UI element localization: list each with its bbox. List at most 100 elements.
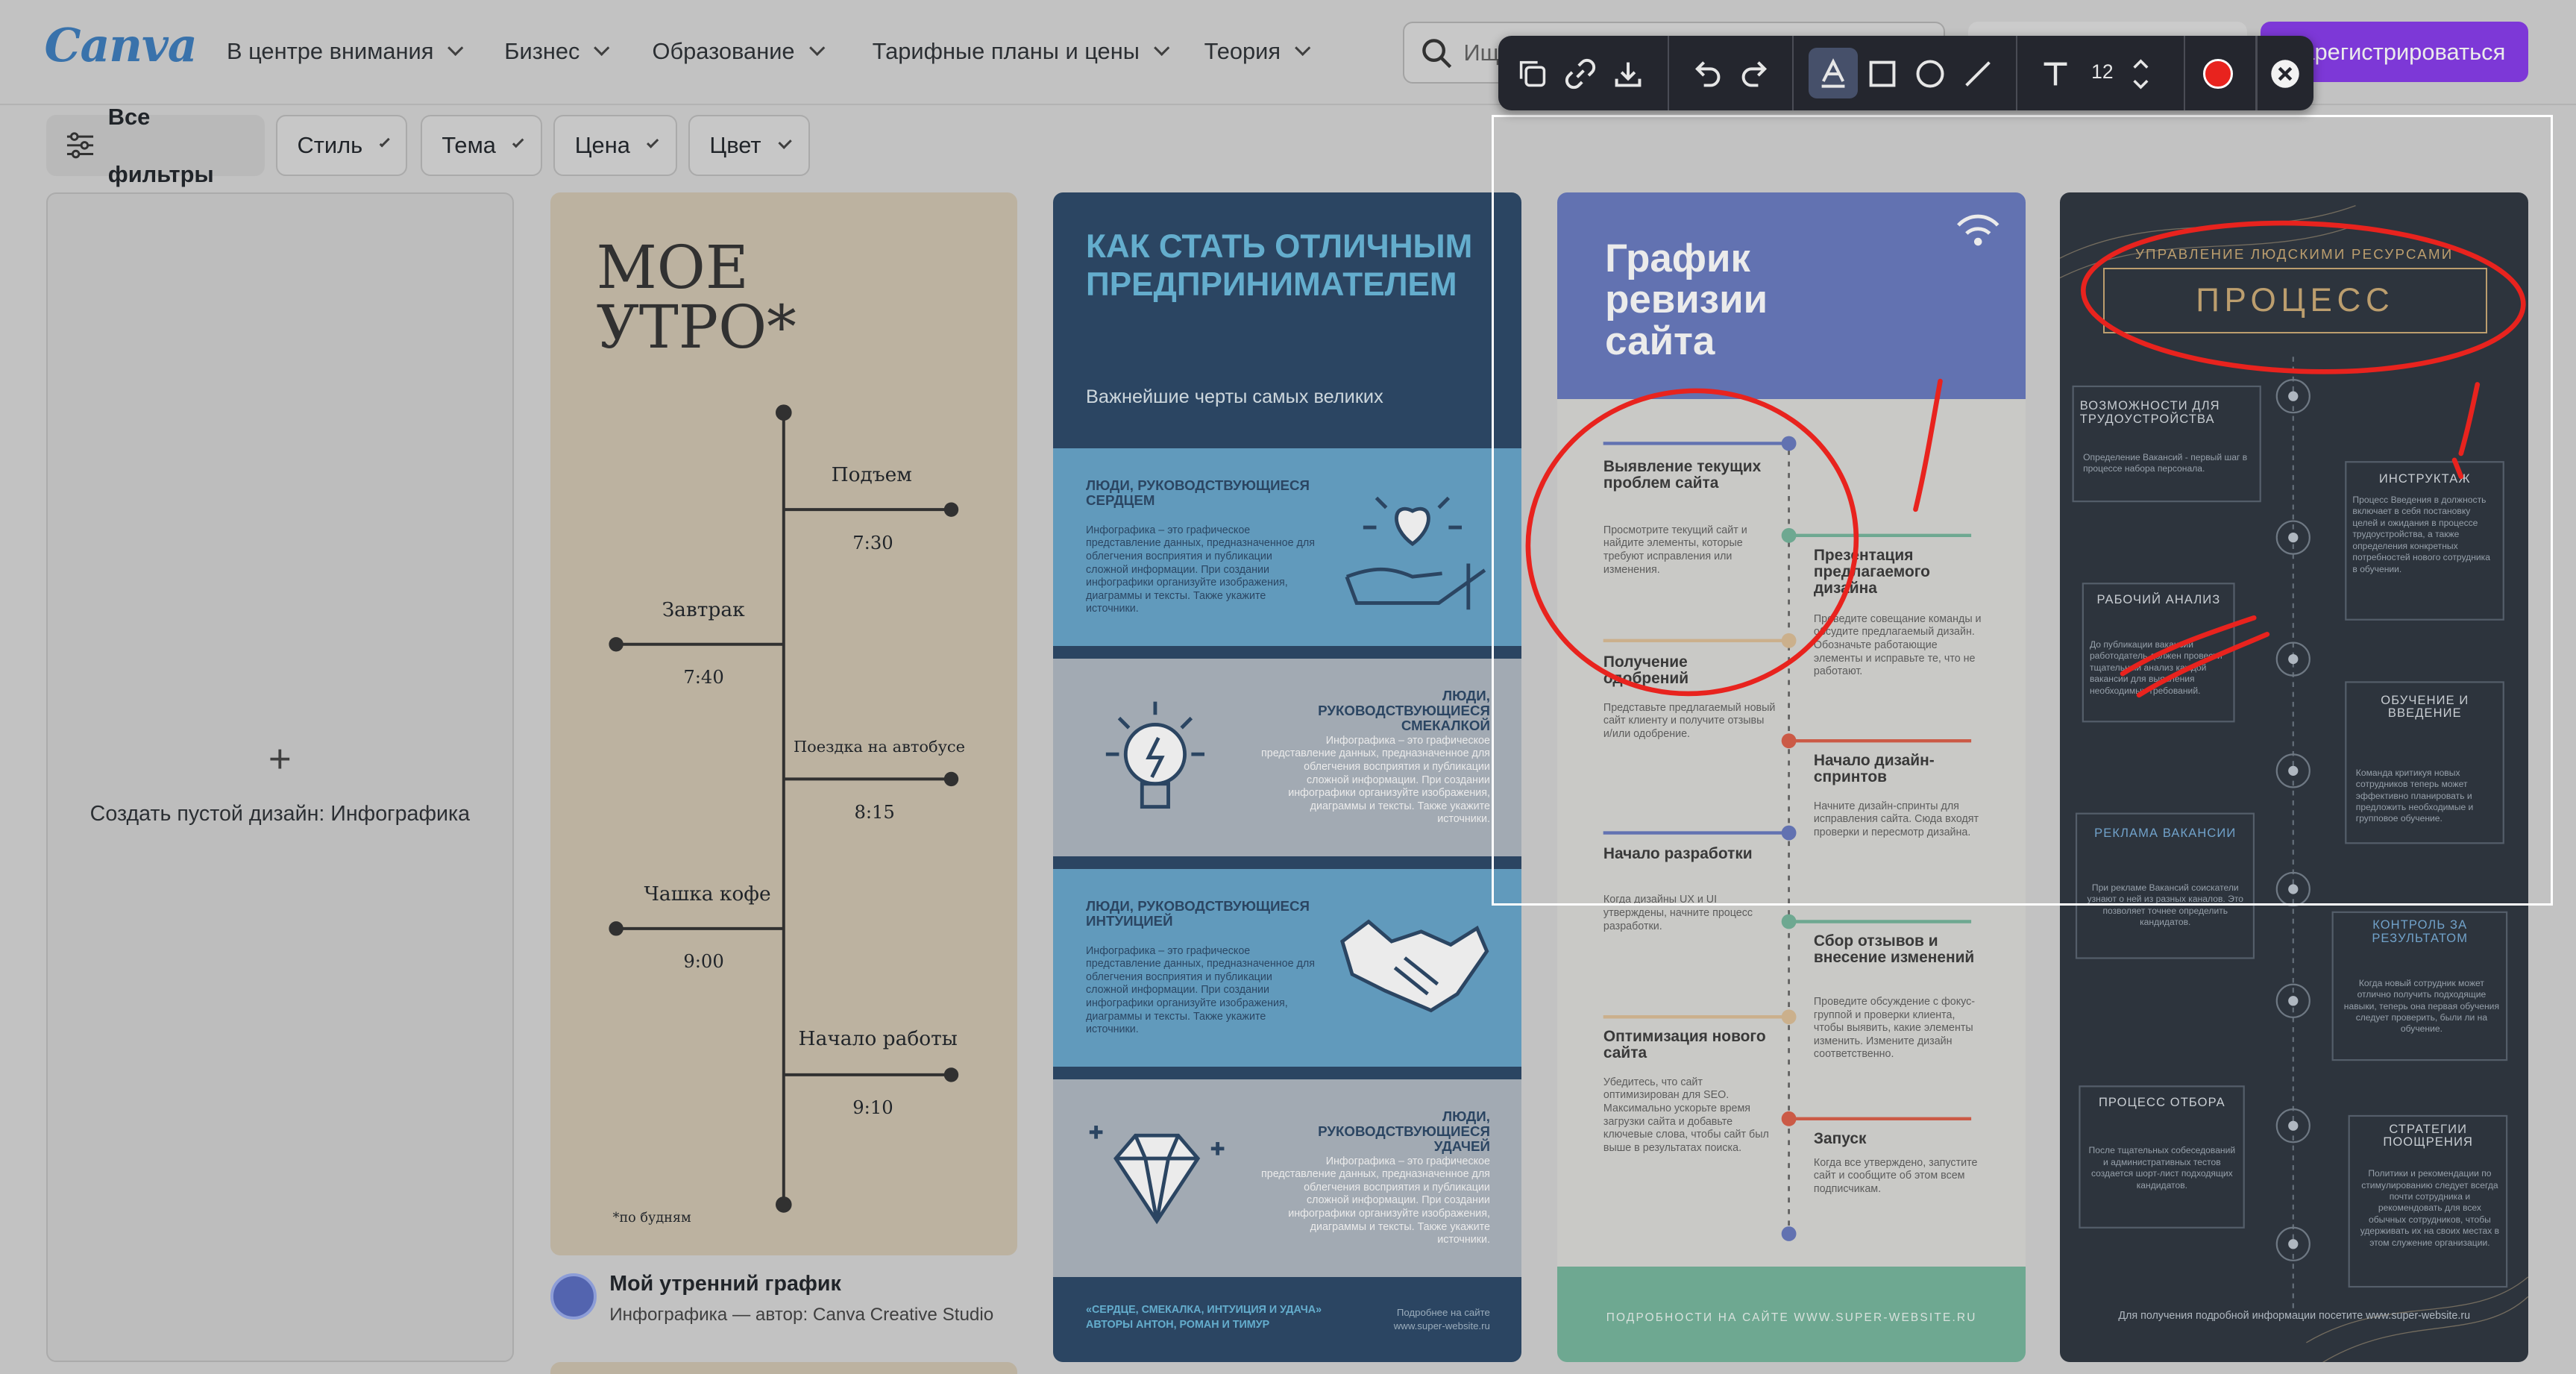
timeline-label: Завтрак [662, 597, 745, 621]
chevron-down-icon [1153, 40, 1170, 57]
section-heading: ЛЮДИ, РУКОВОДСТВУЮЩИЕСЯ УДАЧЕЙ [1318, 1108, 1490, 1154]
font-size-stepper[interactable] [2128, 52, 2154, 95]
creator-avatar[interactable] [550, 1273, 597, 1320]
rectangle-tool-button[interactable] [1862, 52, 1904, 95]
nav-label: Теория [1204, 37, 1281, 64]
hr-footer: Для получения подробной информации посет… [2118, 1309, 2471, 1322]
timeline-label: Чашка кофе [644, 882, 771, 906]
template-title[interactable]: Мой утренний график [609, 1272, 841, 1296]
chevron-down-icon [512, 136, 524, 148]
nav-pricing[interactable]: Тарифные планы и цены [872, 37, 1170, 65]
step-text: Убедитесь, что сайт оптимизирован для SE… [1603, 1076, 1769, 1154]
pen-tool-button[interactable] [1809, 47, 1859, 99]
color-swatch [2202, 59, 2233, 89]
template-card-morning[interactable]: МОЕ УТРО* Подъем 7:30 Завтрак 7:40 Поездк… [550, 192, 1017, 1255]
canva-logo[interactable]: Canva [44, 18, 197, 72]
hr-step-text: Когда новый сотрудник может отлично полу… [2343, 977, 2500, 1035]
section-handshake: ЛЮДИ, РУКОВОДСТВУЮЩИЕСЯ ИНТУИЦИЕЙ Инфогр… [1052, 869, 1521, 1067]
entrepreneur-subtitle: Важнейшие черты самых великих [1086, 386, 1383, 407]
section-text: Инфографика – это графическое представле… [1261, 734, 1490, 826]
section-heading: ЛЮДИ, РУКОВОДСТВУЮЩИЕСЯ ИНТУИЦИЕЙ [1086, 897, 1310, 929]
create-blank-card[interactable]: + Создать пустой дизайн: Инфографика [45, 192, 515, 1363]
download-icon [1615, 62, 1642, 87]
link-icon [1565, 58, 1596, 90]
timeline-label: Начало работы [798, 1026, 958, 1050]
chevron-down-icon [447, 40, 465, 57]
text-tool-button[interactable] [2034, 52, 2076, 95]
entrepreneur-title: КАК СТАТЬ ОТЛИЧНЫМ ПРЕДПРИНИМАТЕЛЕМ [1086, 228, 1473, 303]
hr-step-heading: КОНТРОЛЬ ЗА РЕЗУЛЬТАТОМ [2372, 917, 2469, 945]
search-icon [1422, 39, 1452, 69]
hr-step-heading: СТРАТЕГИИ ПООЩРЕНИЯ [2383, 1121, 2474, 1149]
timeline-lines [609, 404, 959, 1213]
redo-icon [1741, 61, 1767, 87]
filter-label: Цвет [709, 132, 761, 159]
text-icon [2043, 62, 2067, 86]
entrepreneur-footer-left: «СЕРДЦЕ, СМЕКАЛКА, ИНТУИЦИЯ И УДАЧА» АВТ… [1086, 1303, 1322, 1331]
filter-color[interactable]: Цвет [688, 115, 810, 176]
link-button[interactable] [1559, 52, 1601, 95]
section-text: Инфографика – это графическое представле… [1086, 944, 1315, 1036]
copy-button[interactable] [1512, 52, 1554, 95]
toolbar-divider [1667, 36, 1670, 110]
step-text: Когда все утверждено, запустите сайт и с… [1813, 1156, 1978, 1195]
hr-step-heading: ПРОЦЕСС ОТБОРА [2098, 1095, 2225, 1110]
filter-label: Тема [442, 132, 496, 159]
nav-business[interactable]: Бизнес [504, 37, 611, 65]
step-heading: Оптимизация нового сайта [1603, 1027, 1766, 1061]
nav-label: Бизнес [504, 37, 580, 64]
filter-theme[interactable]: Тема [420, 115, 542, 176]
search-placeholder: Ищ [1463, 39, 1500, 66]
filter-label: Стиль [297, 132, 363, 159]
chevron-down-icon [646, 136, 659, 148]
template-card-entrepreneur[interactable]: КАК СТАТЬ ОТЛИЧНЫМ ПРЕДПРИНИМАТЕЛЕМ Важн… [1052, 192, 1521, 1363]
nav-education[interactable]: Образование [652, 37, 826, 65]
timeline-time: 9:10 [852, 1097, 893, 1119]
toolbar-divider [2183, 36, 2185, 110]
all-filters-label: Все фильтры [107, 103, 214, 187]
ellipse-tool-button[interactable] [1909, 52, 1952, 95]
redo-button[interactable] [1733, 52, 1776, 95]
chevron-down-icon [778, 135, 792, 149]
section-heading: ЛЮДИ, РУКОВОДСТВУЮЩИЕСЯ СЕРДЦЕМ [1086, 477, 1310, 508]
heart-hand-icon [1345, 496, 1486, 610]
nav-spotlight[interactable]: В центре внимания [226, 37, 465, 65]
toolbar-divider [2255, 36, 2258, 110]
line-tool-button[interactable] [1957, 52, 1999, 95]
undo-button[interactable] [1686, 52, 1728, 95]
download-button[interactable] [1606, 52, 1649, 95]
font-size-value[interactable]: 12 [2091, 60, 2113, 84]
lightbulb-icon [1105, 701, 1204, 809]
section-heading: ЛЮДИ, РУКОВОДСТВУЮЩИЕСЯ СМЕКАЛКОЙ [1318, 687, 1490, 733]
capture-selection-rect[interactable] [1492, 115, 2554, 906]
section-text: Инфографика – это графическое представле… [1086, 524, 1315, 615]
chevron-down-icon [808, 40, 826, 57]
step-text: Проведите обсуждение с фокус-группой и п… [1813, 995, 1976, 1061]
filter-style[interactable]: Стиль [276, 115, 408, 176]
color-picker-button[interactable] [2196, 52, 2239, 95]
stepper-chevrons-icon [2133, 58, 2149, 90]
filter-price[interactable]: Цена [553, 115, 677, 176]
close-icon [2271, 60, 2299, 88]
diamond-icon [1089, 1125, 1225, 1225]
timeline-time: 9:00 [683, 951, 724, 973]
create-blank-label: Создать пустой дизайн: Инфографика [89, 801, 471, 826]
toolbar-divider [1792, 36, 1794, 110]
timeline-time: 8:15 [854, 801, 895, 823]
chevron-down-icon [594, 40, 611, 57]
section-bulb: ЛЮДИ, РУКОВОДСТВУЮЩИЕСЯ СМЕКАЛКОЙ Инфогр… [1052, 659, 1521, 856]
hr-step-text: После тщательных собеседований и админис… [2088, 1145, 2236, 1191]
hr-step-text: Политики и рекомендации по стимулировани… [2360, 1168, 2500, 1248]
step-heading: Запуск [1813, 1129, 1867, 1147]
chevron-down-icon [1294, 40, 1311, 57]
nav-label: Тарифные планы и цены [872, 37, 1140, 64]
timeline-label: Поездка на автобусе [793, 738, 965, 756]
filters-icon [67, 132, 94, 159]
all-filters-button[interactable]: Все фильтры [45, 104, 265, 187]
close-button[interactable] [2264, 52, 2306, 95]
nav-theory[interactable]: Теория [1204, 37, 1311, 65]
nav-label: В центре внимания [226, 37, 434, 64]
template-card-partial[interactable] [550, 1362, 1017, 1374]
toolbar-divider [2015, 36, 2018, 110]
nav-label: Образование [652, 37, 795, 64]
